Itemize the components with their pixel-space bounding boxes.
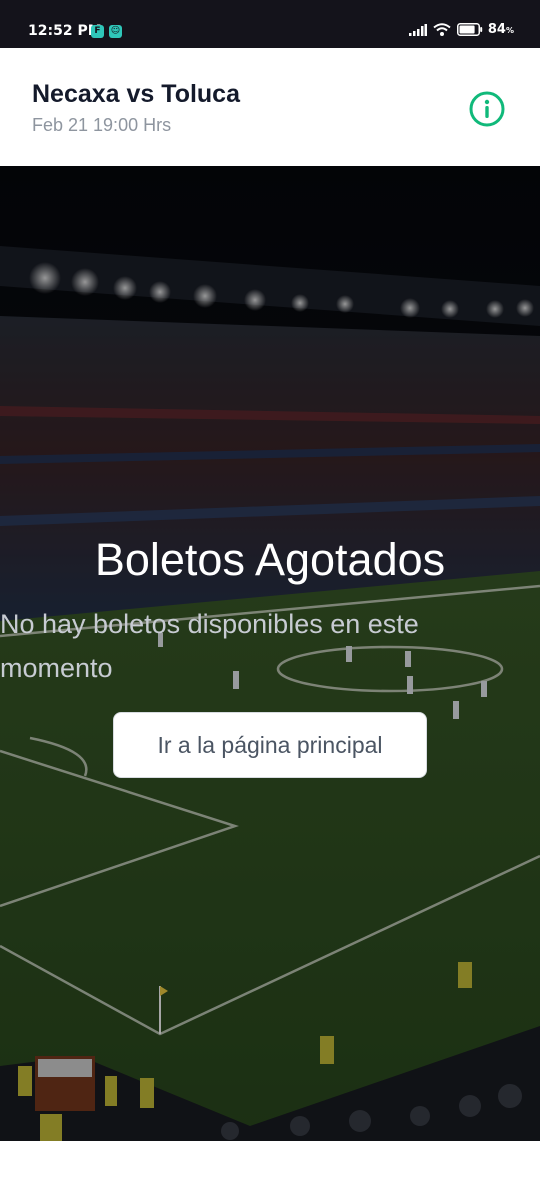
bottom-area	[0, 1141, 540, 1200]
match-date: Feb 21 19:00 Hrs	[32, 115, 172, 135]
battery-icon	[456, 23, 483, 36]
screen: 12:52 PM F ☺ 84% Necaxa vs Toluca Feb 21…	[0, 0, 540, 1200]
battery-percent: 84%	[487, 22, 514, 37]
status-bar: 12:52 PM F ☺ 84%	[0, 0, 540, 48]
sold-out-message: No hay boletos disponibles en este momen…	[0, 609, 419, 683]
signal-icon	[408, 23, 427, 36]
notification-app-icon: ☺	[109, 25, 122, 38]
go-home-button[interactable]: Ir a la página principal	[113, 712, 427, 778]
sold-out-hero: Boletos Agotados No hay boletos disponib…	[0, 166, 540, 1141]
match-title: Necaxa vs Toluca	[32, 80, 240, 108]
status-right: 84%	[403, 22, 514, 37]
sold-out-title: Boletos Agotados	[94, 534, 446, 585]
info-icon[interactable]	[468, 90, 506, 128]
match-header: Necaxa vs Toluca Feb 21 19:00 Hrs	[0, 48, 540, 166]
notification-app-icon: F	[91, 25, 104, 38]
wifi-icon	[433, 23, 451, 36]
